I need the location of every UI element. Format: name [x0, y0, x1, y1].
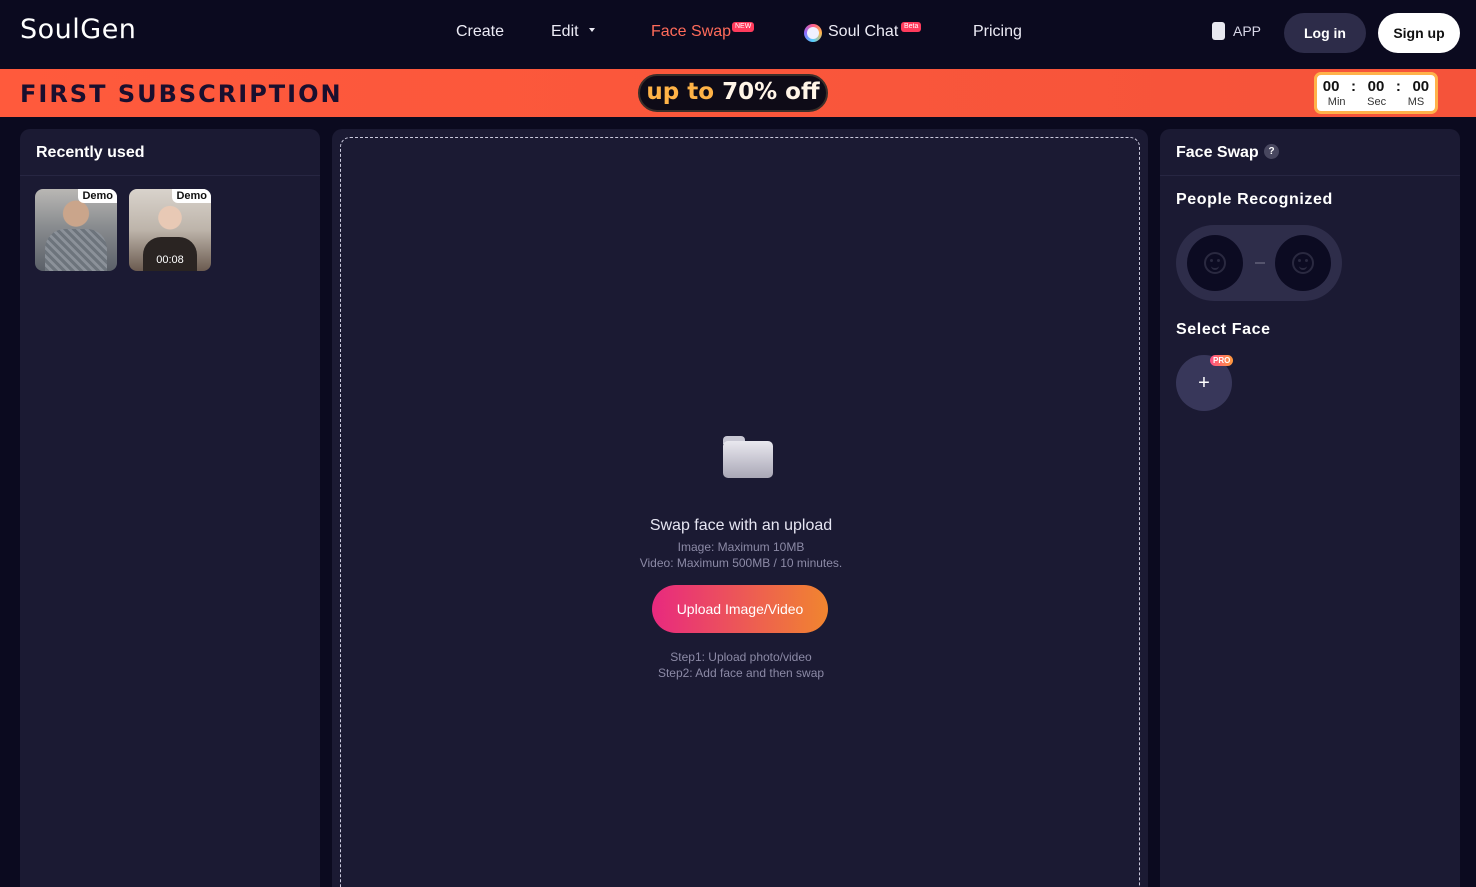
face-swap-panel: Face Swap ? People Recognized Select Fac…	[1160, 129, 1460, 887]
signup-button[interactable]: Sign up	[1378, 13, 1460, 53]
promo-banner[interactable]: FIRST SUBSCRIPTION up to 70% off 00 : 00…	[0, 69, 1476, 117]
upload-limits: Image: Maximum 10MB Video: Maximum 500MB…	[341, 539, 1141, 571]
promo-offer: up to 70% off	[638, 74, 828, 112]
recent-item-thumbnail[interactable]: Demo	[35, 189, 117, 271]
timer-labels: Min Sec MS	[1317, 96, 1435, 108]
timer-sec: 00	[1367, 78, 1385, 95]
phone-icon[interactable]	[1212, 22, 1225, 40]
video-duration: 00:08	[156, 254, 184, 266]
image-limit: Image: Maximum 10MB	[677, 540, 805, 554]
upload-button[interactable]: Upload Image/Video	[652, 585, 828, 633]
top-nav: SoulGen Create Edit Face Swap NEW Soul C…	[0, 0, 1476, 69]
face-placeholder-icon	[1292, 252, 1314, 274]
nav-pricing[interactable]: Pricing	[973, 23, 1022, 41]
swap-connector	[1255, 262, 1265, 264]
face-placeholder-icon	[1204, 252, 1226, 274]
promo-offer-prefix: up to	[646, 79, 715, 105]
step-2: Step2: Add face and then swap	[657, 666, 825, 680]
nav-soul-chat[interactable]: Soul Chat	[828, 23, 898, 41]
nav-create[interactable]: Create	[456, 23, 504, 41]
people-recognized-slot	[1176, 225, 1342, 301]
demo-tag: Demo	[78, 189, 117, 203]
face-swap-header: Face Swap ?	[1160, 129, 1460, 176]
nav-face-swap[interactable]: Face Swap	[651, 23, 731, 41]
face-swap-title: Face Swap	[1176, 144, 1259, 161]
beta-badge: Beta	[901, 22, 922, 32]
recently-used-panel: Recently used Demo Demo 00:08	[20, 129, 320, 887]
folder-icon-body	[723, 441, 773, 478]
people-recognized-label: People Recognized	[1176, 191, 1333, 208]
logo[interactable]: SoulGen	[20, 14, 136, 45]
help-icon[interactable]: ?	[1264, 144, 1279, 159]
app-link[interactable]: APP	[1233, 23, 1261, 39]
timer-min: 00	[1322, 78, 1340, 95]
countdown-timer: 00 : 00 : 00 Min Sec MS	[1314, 72, 1438, 114]
source-face-slot[interactable]	[1187, 235, 1243, 291]
step-1: Step1: Upload photo/video	[670, 650, 812, 664]
timer-ms-label: MS	[1407, 96, 1425, 108]
demo-tag: Demo	[172, 189, 211, 203]
upload-dropzone[interactable]: Swap face with an upload Image: Maximum …	[340, 137, 1140, 887]
folder-icon	[723, 436, 773, 478]
login-button[interactable]: Log in	[1284, 13, 1366, 53]
upload-panel: Swap face with an upload Image: Maximum …	[332, 129, 1148, 887]
target-face-slot[interactable]	[1275, 235, 1331, 291]
upload-steps: Step1: Upload photo/video Step2: Add fac…	[341, 649, 1141, 681]
nav-edit-label: Edit	[551, 23, 579, 40]
timer-values: 00 : 00 : 00	[1317, 78, 1435, 95]
recently-used-header: Recently used	[20, 129, 320, 176]
timer-sep-2: :	[1395, 78, 1401, 95]
timer-sec-label: Sec	[1367, 96, 1387, 108]
upload-title: Swap face with an upload	[649, 517, 833, 534]
promo-offer-value: 70% off	[722, 79, 820, 105]
recent-item-thumbnail[interactable]: Demo 00:08	[129, 189, 211, 271]
new-badge: NEW	[732, 22, 755, 32]
timer-min-label: Min	[1327, 96, 1346, 108]
chevron-down-icon	[588, 27, 595, 32]
select-face-label: Select Face	[1176, 321, 1271, 338]
pro-badge: PRO	[1210, 355, 1234, 366]
chat-bubble-icon	[804, 24, 822, 42]
timer-sep-1: :	[1351, 78, 1357, 95]
promo-title: FIRST SUBSCRIPTION	[20, 80, 343, 108]
recently-used-title: Recently used	[36, 144, 145, 161]
video-limit: Video: Maximum 500MB / 10 minutes.	[639, 556, 843, 570]
timer-ms: 00	[1412, 78, 1430, 95]
nav-edit[interactable]: Edit	[551, 23, 595, 41]
